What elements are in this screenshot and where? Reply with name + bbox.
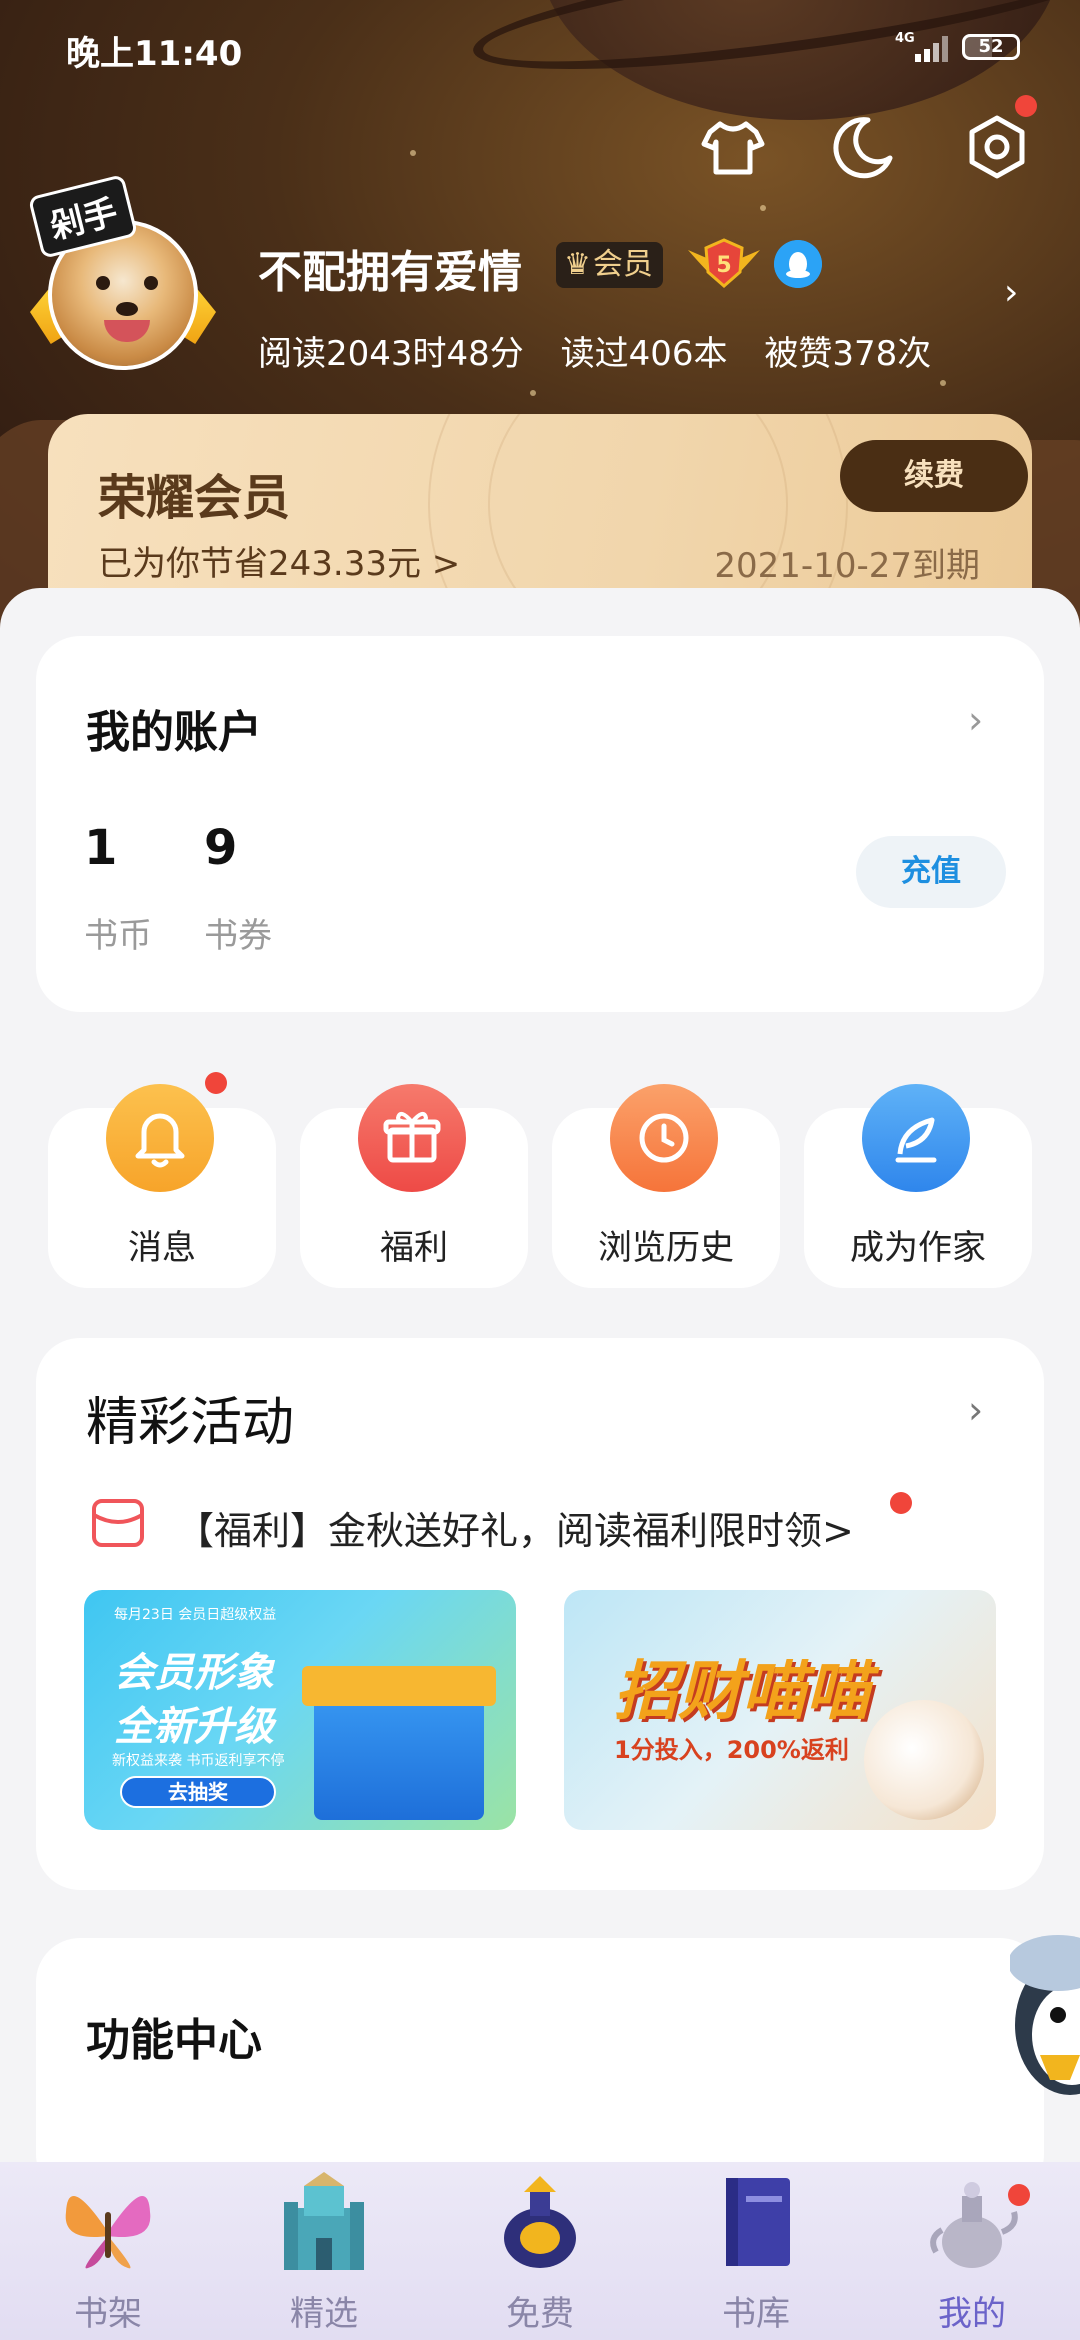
nav-bookshelf[interactable]: 书架 xyxy=(0,2162,216,2340)
penguin-mascot-icon[interactable] xyxy=(1010,1905,1080,2105)
nav-label: 精选 xyxy=(290,2294,358,2334)
vase-icon xyxy=(504,2176,576,2268)
castle-icon xyxy=(284,2172,364,2270)
avatar-eye xyxy=(144,276,158,290)
username[interactable]: 不配拥有爱情 xyxy=(258,236,522,300)
avatar-mouth xyxy=(104,320,150,342)
renew-button[interactable]: 续费 xyxy=(840,440,1028,512)
status-bar: 晚上11:40 4G 52 xyxy=(0,0,1080,90)
avatar[interactable]: 剁手 xyxy=(27,174,218,375)
bell-icon xyxy=(135,1113,185,1168)
quick-action-history[interactable]: 浏览历史 xyxy=(552,1084,780,1288)
quick-action-circle xyxy=(610,1084,718,1192)
lucky-cat-illustration xyxy=(864,1700,984,1820)
function-center-card: 功能中心 xyxy=(36,1938,1044,2198)
star-decoration xyxy=(410,150,416,156)
nav-label: 我的 xyxy=(938,2294,1006,2334)
vip-tag-label: 会员 xyxy=(592,247,653,282)
function-center-title: 功能中心 xyxy=(86,2015,262,2066)
events-chevron-right-icon[interactable]: › xyxy=(968,1388,983,1432)
status-time: 晚上11:40 xyxy=(66,34,243,74)
account-card[interactable]: 我的账户 › 1 书币 9 书券 充值 xyxy=(36,636,1044,1012)
coins-value: 1 xyxy=(84,820,118,876)
star-decoration xyxy=(760,205,766,211)
crown-icon: ♛ xyxy=(564,247,591,282)
coupons-value: 9 xyxy=(204,820,238,876)
banner-title: 招财喵喵 xyxy=(614,1655,870,1729)
event-notification-dot xyxy=(890,1492,912,1514)
bottom-navigation: 书架 精选 免费 书库 我的 xyxy=(0,2162,1080,2340)
level-number: 5 xyxy=(716,253,731,278)
avatar-eye xyxy=(96,276,110,290)
nav-label: 书库 xyxy=(722,2294,790,2334)
banner-title-line1: 会员形象 xyxy=(114,1650,274,1696)
mine-notification-dot xyxy=(1008,2184,1030,2206)
gift-icon xyxy=(383,1111,441,1163)
likes-stat: 被赞378次 xyxy=(764,334,932,374)
butterfly-icon xyxy=(65,2196,151,2269)
nav-label: 书架 xyxy=(74,2294,142,2334)
battery-icon: 52 xyxy=(962,34,1020,60)
account-title: 我的账户 xyxy=(86,707,262,758)
quick-action-label: 消息 xyxy=(128,1228,196,1268)
star-decoration xyxy=(940,380,946,386)
benefit-envelope-icon xyxy=(92,1499,144,1547)
coins-label: 书币 xyxy=(84,916,152,956)
nav-free[interactable]: 免费 xyxy=(432,2162,648,2340)
nav-featured[interactable]: 精选 xyxy=(216,2162,432,2340)
gift-box-lid-illustration xyxy=(302,1666,496,1706)
event-banner-vip-upgrade[interactable]: 每月23日 会员日超级权益 会员形象 全新升级 新权益来袭 书币返利享不停 去抽… xyxy=(84,1590,516,1830)
network-type-label: 4G xyxy=(895,31,915,46)
banner-caption: 新权益来袭 书币返利享不停 xyxy=(112,1753,285,1769)
quick-action-become-writer[interactable]: 成为作家 xyxy=(804,1084,1032,1288)
vip-tag[interactable]: ♛会员 xyxy=(556,242,663,288)
books-read-stat: 读过406本 xyxy=(560,334,728,374)
reading-stats: 阅读2043时48分 读过406本 被赞378次 xyxy=(258,326,957,375)
coupons-label: 书券 xyxy=(204,916,272,956)
book-icon xyxy=(726,2178,790,2266)
events-title: 精彩活动 xyxy=(86,1393,295,1453)
nav-mine[interactable]: 我的 xyxy=(864,2162,1080,2340)
nav-library[interactable]: 书库 xyxy=(648,2162,864,2340)
quick-action-circle xyxy=(106,1084,214,1192)
quick-action-circle xyxy=(358,1084,466,1192)
settings-notification-dot xyxy=(1015,95,1037,117)
vip-title: 荣耀会员 xyxy=(98,470,291,526)
quick-action-label: 福利 xyxy=(380,1228,448,1268)
qq-icon[interactable] xyxy=(774,240,822,288)
teapot-icon xyxy=(930,2182,1018,2268)
messages-notification-dot xyxy=(205,1072,227,1094)
recharge-button[interactable]: 充值 xyxy=(856,836,1006,908)
outfit-shirt-icon[interactable] xyxy=(698,112,768,182)
clock-icon xyxy=(639,1113,689,1163)
signal-icon: 4G xyxy=(895,31,948,62)
profile-chevron-right-icon[interactable]: › xyxy=(1004,272,1018,313)
banner-title-line2: 全新升级 xyxy=(114,1704,274,1750)
night-mode-moon-icon[interactable] xyxy=(828,112,898,182)
event-banner-lucky-cat[interactable]: 招财喵喵 1分投入，200%返利 xyxy=(564,1590,996,1830)
quick-action-benefits[interactable]: 福利 xyxy=(300,1084,528,1288)
event-notice-link[interactable]: 【福利】金秋送好礼，阅读福利限时领> xyxy=(176,1500,854,1555)
account-chevron-right-icon[interactable]: › xyxy=(968,698,983,742)
banner-caption: 1分投入，200%返利 xyxy=(614,1736,849,1764)
vip-savings-link[interactable]: 已为你节省243.33元 > xyxy=(98,536,460,585)
quick-action-label: 浏览历史 xyxy=(598,1228,734,1268)
pen-icon xyxy=(895,1117,937,1163)
level-wings-badge-icon[interactable]: 5 xyxy=(684,236,764,292)
banner-draw-button[interactable]: 去抽奖 xyxy=(120,1776,276,1808)
banner-subtitle: 每月23日 会员日超级权益 xyxy=(114,1607,277,1623)
quick-action-circle xyxy=(862,1084,970,1192)
nav-label: 免费 xyxy=(506,2294,574,2334)
star-decoration xyxy=(530,390,536,396)
avatar-nose xyxy=(116,302,138,316)
settings-gear-icon[interactable] xyxy=(962,112,1032,182)
quick-action-label: 成为作家 xyxy=(850,1228,986,1268)
vip-expire-date: 2021-10-27到期 xyxy=(714,546,980,586)
read-time-stat: 阅读2043时48分 xyxy=(258,334,524,374)
quick-action-messages[interactable]: 消息 xyxy=(48,1084,276,1288)
